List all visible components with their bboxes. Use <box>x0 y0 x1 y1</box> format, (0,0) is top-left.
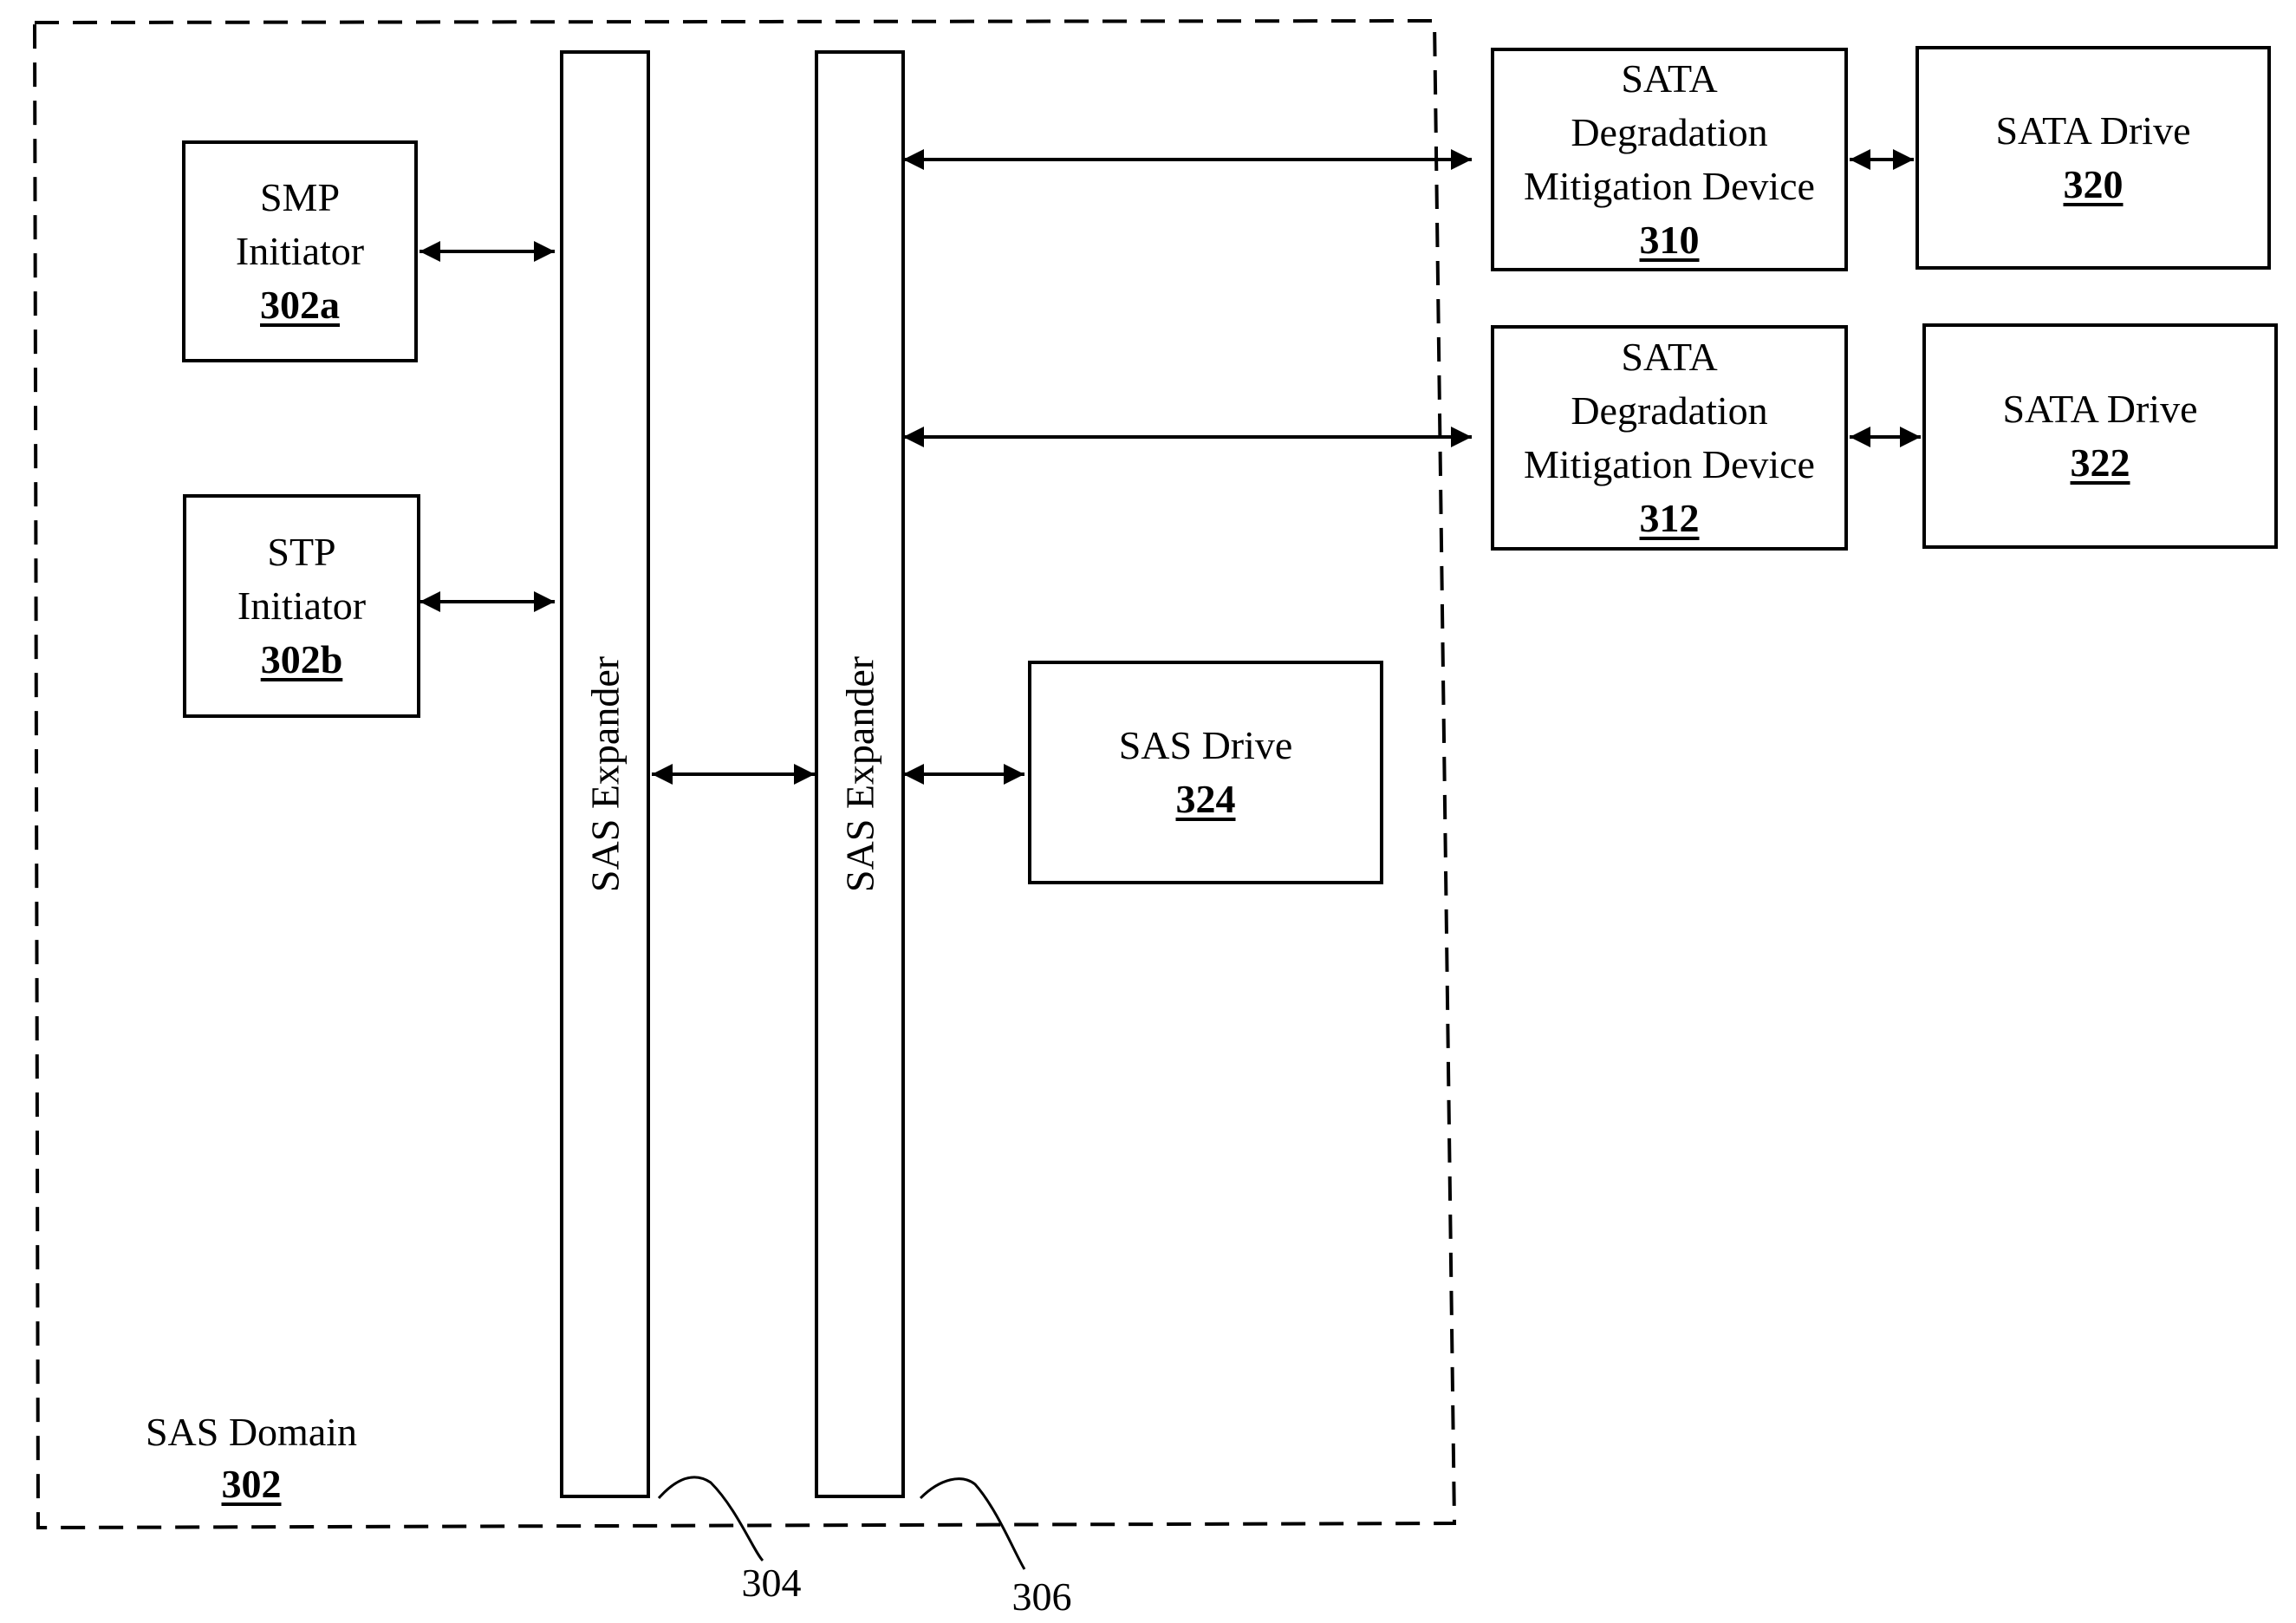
stp-initiator-title-2: Initiator <box>237 583 367 628</box>
stp-initiator-box: STP Initiator 302b <box>183 494 420 718</box>
sas-drive-324-ref: 324 <box>1175 777 1236 821</box>
sata-drive-320-box: SATA Drive 320 <box>1916 46 2271 270</box>
leader-304 <box>657 1476 764 1562</box>
sas-domain-label: SAS Domain 302 <box>121 1406 381 1510</box>
mitigation-device-310-ref: 310 <box>1639 218 1700 262</box>
sas-domain-title: SAS Domain <box>145 1410 358 1454</box>
stp-initiator-title-1: STP <box>267 530 336 574</box>
smp-initiator-title-2: Initiator <box>235 229 365 273</box>
ref-label-306: 306 <box>1011 1574 1072 1619</box>
mitigation-device-310-title-2: Degradation <box>1571 110 1768 154</box>
mitigation-device-312-title-1: SATA <box>1621 335 1718 379</box>
sas-domain-ref: 302 <box>221 1462 282 1506</box>
sas-drive-324-title: SAS Drive <box>1118 723 1293 767</box>
sata-drive-322-title: SATA Drive <box>2002 387 2198 431</box>
mitigation-device-312-title-3: Mitigation Device <box>1524 442 1815 486</box>
leader-306 <box>919 1477 1026 1570</box>
sas-expander-306: SAS Expander <box>815 50 905 1498</box>
sas-expander-304: SAS Expander <box>560 50 650 1498</box>
sas-expander-306-label: SAS Expander <box>837 655 882 893</box>
sata-drive-322-box: SATA Drive 322 <box>1922 323 2278 549</box>
smp-initiator-title-1: SMP <box>259 175 341 219</box>
smp-initiator-ref: 302a <box>260 283 340 327</box>
mitigation-device-312-title-2: Degradation <box>1571 388 1768 433</box>
sas-expander-304-label: SAS Expander <box>582 655 628 893</box>
mitigation-device-310-title-3: Mitigation Device <box>1524 164 1815 208</box>
sata-drive-320-ref: 320 <box>2063 162 2124 206</box>
smp-initiator-box: SMP Initiator 302a <box>182 140 418 362</box>
stp-initiator-ref: 302b <box>260 637 343 681</box>
mitigation-device-312-box: SATA Degradation Mitigation Device 312 <box>1491 325 1848 551</box>
mitigation-device-312-ref: 312 <box>1639 496 1700 540</box>
ref-label-304: 304 <box>741 1561 802 1605</box>
sas-drive-324-box: SAS Drive 324 <box>1028 661 1383 884</box>
sata-drive-322-ref: 322 <box>2070 440 2130 485</box>
mitigation-device-310-title-1: SATA <box>1621 56 1718 101</box>
mitigation-device-310-box: SATA Degradation Mitigation Device 310 <box>1491 48 1848 271</box>
sata-drive-320-title: SATA Drive <box>1995 108 2191 153</box>
